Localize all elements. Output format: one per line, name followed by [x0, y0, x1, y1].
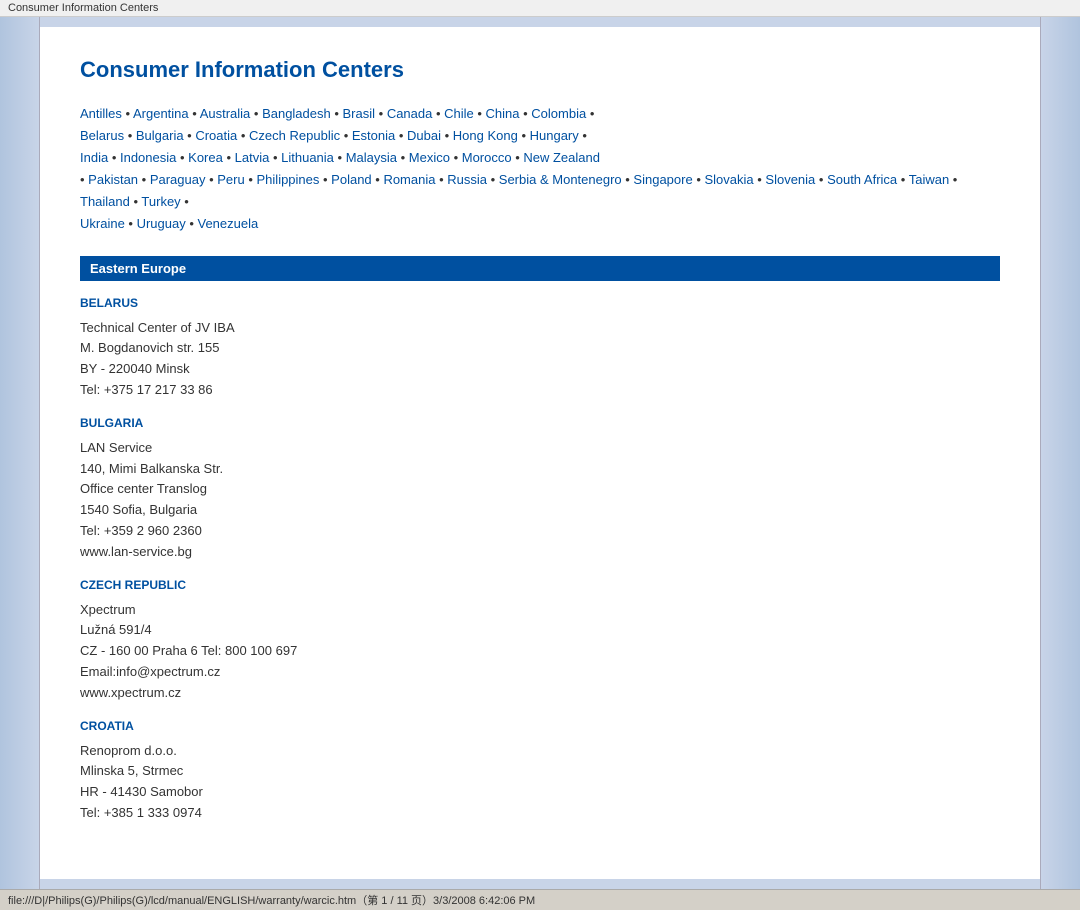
link-philippines[interactable]: Philippines	[257, 172, 320, 187]
sep: •	[122, 106, 133, 121]
link-uruguay[interactable]: Uruguay	[137, 216, 186, 231]
link-czech-republic[interactable]: Czech Republic	[249, 128, 340, 143]
title-bar-text: Consumer Information Centers	[8, 2, 158, 14]
countries-list: BELARUS Technical Center of JV IBA M. Bog…	[80, 296, 1000, 824]
link-antilles[interactable]: Antilles	[80, 106, 122, 121]
page-title: Consumer Information Centers	[80, 57, 1000, 83]
link-peru[interactable]: Peru	[217, 172, 244, 187]
country-info-bulgaria: LAN Service 140, Mimi Balkanska Str. Off…	[80, 438, 1000, 563]
link-russia[interactable]: Russia	[447, 172, 487, 187]
link-paraguay[interactable]: Paraguay	[150, 172, 206, 187]
link-colombia[interactable]: Colombia	[531, 106, 586, 121]
link-serbia[interactable]: Serbia & Montenegro	[499, 172, 622, 187]
link-argentina[interactable]: Argentina	[133, 106, 189, 121]
link-new-zealand[interactable]: New Zealand	[523, 150, 600, 165]
link-romania[interactable]: Romania	[383, 172, 435, 187]
link-ukraine[interactable]: Ukraine	[80, 216, 125, 231]
link-belarus[interactable]: Belarus	[80, 128, 124, 143]
country-title-belarus: BELARUS	[80, 296, 1000, 310]
link-slovenia[interactable]: Slovenia	[765, 172, 815, 187]
sidebar-right	[1040, 17, 1080, 889]
link-bulgaria[interactable]: Bulgaria	[136, 128, 184, 143]
country-title-czech-republic: CZECH REPUBLIC	[80, 578, 1000, 592]
country-info-croatia: Renoprom d.o.o. Mlinska 5, Strmec HR - 4…	[80, 741, 1000, 824]
link-turkey[interactable]: Turkey	[141, 194, 180, 209]
sidebar-left	[0, 17, 40, 889]
status-bar: file:///D|/Philips(G)/Philips(G)/lcd/man…	[0, 889, 1080, 910]
status-bar-text: file:///D|/Philips(G)/Philips(G)/lcd/man…	[8, 895, 535, 907]
link-india[interactable]: India	[80, 150, 108, 165]
title-bar: Consumer Information Centers	[0, 0, 1080, 17]
link-canada[interactable]: Canada	[387, 106, 433, 121]
link-south-africa[interactable]: South Africa	[827, 172, 897, 187]
link-china[interactable]: China	[486, 106, 520, 121]
link-bangladesh[interactable]: Bangladesh	[262, 106, 331, 121]
link-korea[interactable]: Korea	[188, 150, 223, 165]
link-venezuela[interactable]: Venezuela	[198, 216, 259, 231]
main-layout: Consumer Information Centers Antilles • …	[0, 17, 1080, 889]
country-title-bulgaria: BULGARIA	[80, 416, 1000, 430]
center-panel: Consumer Information Centers Antilles • …	[40, 27, 1040, 879]
link-singapore[interactable]: Singapore	[633, 172, 692, 187]
link-mexico[interactable]: Mexico	[409, 150, 450, 165]
link-australia[interactable]: Australia	[200, 106, 251, 121]
link-estonia[interactable]: Estonia	[352, 128, 395, 143]
link-brasil[interactable]: Brasil	[343, 106, 376, 121]
country-info-czech-republic: Xpectrum Lužná 591/4 CZ - 160 00 Praha 6…	[80, 600, 1000, 704]
link-taiwan[interactable]: Taiwan	[909, 172, 949, 187]
links-section: Antilles • Argentina • Australia • Bangl…	[80, 103, 1000, 236]
link-croatia[interactable]: Croatia	[195, 128, 237, 143]
link-hungary[interactable]: Hungary	[530, 128, 579, 143]
link-slovakia[interactable]: Slovakia	[704, 172, 753, 187]
link-thailand[interactable]: Thailand	[80, 194, 130, 209]
link-hong-kong[interactable]: Hong Kong	[453, 128, 518, 143]
link-malaysia[interactable]: Malaysia	[346, 150, 397, 165]
links-text: Antilles • Argentina • Australia • Bangl…	[80, 106, 957, 231]
link-latvia[interactable]: Latvia	[235, 150, 270, 165]
link-indonesia[interactable]: Indonesia	[120, 150, 176, 165]
link-poland[interactable]: Poland	[331, 172, 371, 187]
link-dubai[interactable]: Dubai	[407, 128, 441, 143]
link-lithuania[interactable]: Lithuania	[281, 150, 334, 165]
link-chile[interactable]: Chile	[444, 106, 474, 121]
link-pakistan[interactable]: Pakistan	[88, 172, 138, 187]
country-title-croatia: CROATIA	[80, 719, 1000, 733]
link-morocco[interactable]: Morocco	[462, 150, 512, 165]
section-header-eastern-europe: Eastern Europe	[80, 256, 1000, 281]
country-info-belarus: Technical Center of JV IBA M. Bogdanovic…	[80, 318, 1000, 401]
